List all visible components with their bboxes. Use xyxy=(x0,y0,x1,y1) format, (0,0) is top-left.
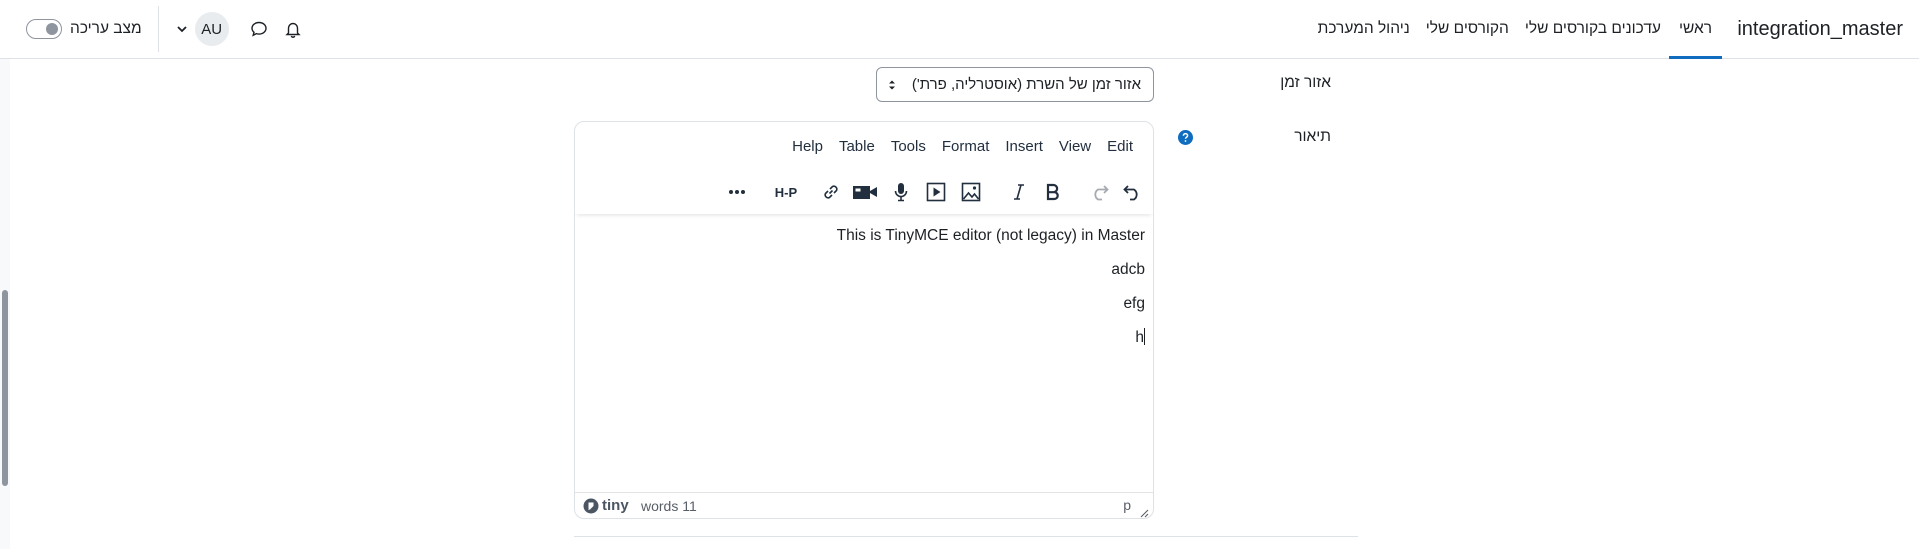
camera-icon[interactable] xyxy=(851,180,879,204)
undo-icon[interactable] xyxy=(1121,180,1145,204)
editor-content-area[interactable]: This is TinyMCE editor (not legacy) in M… xyxy=(575,214,1153,492)
link-icon[interactable] xyxy=(819,180,843,204)
resize-handle-icon[interactable] xyxy=(1140,505,1149,518)
image-icon[interactable] xyxy=(959,180,983,204)
h5p-icon[interactable]: H-P xyxy=(771,180,801,204)
top-navbar: integration_master ראשי עדכונים בקורסים … xyxy=(0,0,1919,59)
timezone-selected-value: אזור זמן של השרת (אוסטרליה, פרת') xyxy=(911,76,1141,93)
navbar-divider xyxy=(157,6,159,52)
tiny-logo-icon xyxy=(583,498,599,513)
nav-link-site-admin[interactable]: ניהול המערכת xyxy=(1310,0,1418,58)
timezone-select[interactable]: אזור זמן של השרת (אוסטרליה, פרת') xyxy=(876,67,1154,102)
primary-navigation: ראשי עדכונים בקורסים שלי הקורסים שלי ניה… xyxy=(1310,0,1723,59)
menu-table[interactable]: Table xyxy=(831,138,883,155)
nav-link-course-updates[interactable]: עדכונים בקורסים שלי xyxy=(1517,0,1669,58)
editor-toolbar: H-P xyxy=(575,170,1153,214)
content-paragraph: adcb xyxy=(1111,261,1145,278)
nav-link-home[interactable]: ראשי xyxy=(1668,0,1723,59)
help-question-icon[interactable] xyxy=(1178,130,1193,145)
tiny-logo-text: tiny xyxy=(602,497,629,514)
user-avatar[interactable]: AU xyxy=(194,12,229,46)
content-paragraph-cursor: h xyxy=(583,328,1145,347)
edit-mode-toggle[interactable] xyxy=(26,19,62,39)
italic-icon[interactable] xyxy=(1007,180,1031,204)
timezone-label: אזור זמן xyxy=(1280,74,1331,91)
tiny-logo[interactable]: tiny xyxy=(583,497,629,514)
toggle-knob xyxy=(46,23,58,35)
notifications-bell-icon[interactable] xyxy=(283,19,303,39)
tinymce-editor: Edit View Insert Format Tools Table Help xyxy=(574,121,1154,519)
editor-statusbar: tiny words 11 p xyxy=(575,492,1153,518)
menu-format[interactable]: Format xyxy=(934,138,998,155)
text-cursor xyxy=(1144,328,1145,345)
microphone-icon[interactable] xyxy=(889,180,913,204)
content-text: h xyxy=(1135,329,1144,346)
h5p-label: H-P xyxy=(774,184,798,200)
more-icon[interactable] xyxy=(725,180,749,204)
content-paragraph: This is TinyMCE editor (not legacy) in M… xyxy=(836,227,1145,244)
menu-insert[interactable]: Insert xyxy=(997,138,1051,155)
content-paragraph: efg xyxy=(1123,295,1145,312)
chevron-down-icon[interactable] xyxy=(175,25,189,33)
site-brand[interactable]: integration_master xyxy=(1737,0,1903,58)
select-caret-icon xyxy=(887,78,897,92)
scrollbar-thumb[interactable] xyxy=(2,290,8,486)
messages-icon[interactable] xyxy=(249,19,269,39)
menu-view[interactable]: View xyxy=(1051,138,1099,155)
menu-edit[interactable]: Edit xyxy=(1099,138,1141,155)
redo-icon[interactable] xyxy=(1087,180,1111,204)
media-icon[interactable] xyxy=(924,180,948,204)
word-count[interactable]: words 11 xyxy=(641,498,697,514)
user-actions: מצב עריכה AU xyxy=(26,0,303,58)
nav-link-my-courses[interactable]: הקורסים שלי xyxy=(1418,0,1517,58)
description-label: תיאור xyxy=(1294,128,1331,145)
menu-help[interactable]: Help xyxy=(784,138,831,155)
bold-icon[interactable] xyxy=(1041,180,1065,204)
edit-mode-label: מצב עריכה xyxy=(70,20,142,37)
element-path[interactable]: p xyxy=(1123,497,1131,513)
section-divider xyxy=(574,536,1358,537)
editor-menubar: Edit View Insert Format Tools Table Help xyxy=(784,122,1141,170)
menu-tools[interactable]: Tools xyxy=(883,138,934,155)
